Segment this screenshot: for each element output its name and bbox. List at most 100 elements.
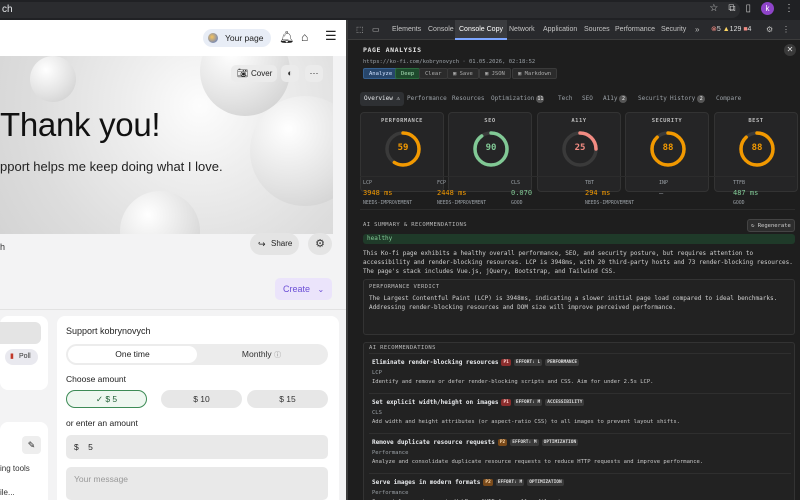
- metric-status: NEEDS-IMPROVEMENT: [363, 201, 413, 206]
- settings-button[interactable]: ⚙: [308, 233, 332, 255]
- save-icon: ▣: [453, 71, 460, 77]
- recommendation-item[interactable]: Set explicit width/height on images P1 EFF…: [369, 393, 791, 427]
- tab-tech[interactable]: Tech: [554, 92, 576, 106]
- bookmark-star-icon[interactable]: ☆: [709, 3, 718, 14]
- recommendation-title-text: Eliminate render-blocking resources: [372, 359, 499, 366]
- metric-status: GOOD: [733, 201, 745, 206]
- monthly-option[interactable]: Monthly ⓘ: [197, 346, 326, 363]
- sidepanel-icon[interactable]: ▯: [745, 3, 751, 14]
- tab-seo[interactable]: SEO: [578, 92, 597, 106]
- metric-tbt: TBT 294 ms NEEDS-IMPROVEMENT: [585, 180, 655, 210]
- tab-performance[interactable]: Performance: [403, 92, 451, 106]
- gear-icon: ⚙: [315, 238, 325, 250]
- create-button[interactable]: Create ⌄: [275, 278, 332, 300]
- regenerate-label: Regenerate: [757, 223, 791, 229]
- score-label: A11Y: [571, 118, 587, 124]
- your-page-label: Your page: [225, 33, 264, 43]
- json-button[interactable]: ▣ JSON: [479, 68, 511, 79]
- edit-button[interactable]: ✎: [22, 436, 41, 454]
- deep-button[interactable]: Deep: [395, 68, 421, 79]
- save-button[interactable]: ▣ Save: [447, 68, 479, 79]
- save-label: Save: [459, 71, 473, 77]
- recommendation-item[interactable]: Remove duplicate resource requests P2 EFFO…: [369, 433, 791, 467]
- metric-value: 294 ms: [585, 189, 611, 197]
- amount-15-button[interactable]: $ 15: [247, 390, 328, 408]
- amount-label: $ 5: [105, 394, 118, 404]
- more-icon: ⋯: [309, 68, 319, 78]
- tab-elements[interactable]: Elements: [388, 20, 425, 40]
- analyze-button[interactable]: Analyze: [363, 68, 399, 79]
- browser-menu-icon[interactable]: ⋮: [784, 3, 794, 14]
- browser-toolbar: ch ☆ ⧉ ▯ k ⋮: [0, 0, 800, 20]
- hamburger-menu-icon[interactable]: ☰: [325, 28, 337, 44]
- message-input[interactable]: Your message: [66, 467, 328, 500]
- metric-label: CLS: [511, 180, 521, 186]
- score-label: SEO: [484, 118, 496, 124]
- metric-value: 3948 ms: [363, 189, 393, 197]
- amount-input[interactable]: $ 5: [66, 435, 328, 459]
- sphere-decoration: [30, 56, 76, 102]
- more-tabs-icon[interactable]: »: [695, 20, 699, 40]
- tab-sources[interactable]: Sources: [580, 20, 614, 40]
- recommendation-item[interactable]: Serve images in modern formats P2 EFFORT: …: [369, 473, 791, 500]
- recommendation-description: Identify and remove or defer render-bloc…: [372, 379, 654, 385]
- tab-overview[interactable]: Overview ⚠: [360, 92, 405, 106]
- amount-5-button[interactable]: ✓ $ 5: [66, 390, 147, 408]
- more-button[interactable]: ⋯: [305, 65, 323, 82]
- poll-icon: ▮: [10, 353, 14, 360]
- metrics-row: LCP 3948 ms NEEDS-IMPROVEMENT FCP 2448 ms NEE…: [360, 176, 795, 210]
- priority-tag: P2: [497, 439, 508, 446]
- tab-security[interactable]: Security: [657, 20, 690, 40]
- tab-console-copy[interactable]: Console Copy: [455, 20, 507, 40]
- category-tag: OPTIMIZATION: [527, 479, 564, 486]
- home-icon[interactable]: ⌂: [301, 30, 308, 44]
- tab-optimization[interactable]: Optimization 11: [487, 92, 548, 106]
- markdown-button[interactable]: ▣ Markdown: [512, 68, 558, 79]
- inspect-icon[interactable]: ⬚: [356, 20, 364, 40]
- tab-network[interactable]: Network: [505, 20, 539, 40]
- close-panel-button[interactable]: ✕: [784, 44, 796, 56]
- share-button[interactable]: ↪ Share: [250, 233, 299, 255]
- tab-resources[interactable]: Resources: [448, 92, 489, 106]
- tab-a11y[interactable]: A11y 2: [599, 92, 631, 106]
- recommendation-description: Add width and height attributes (or aspe…: [372, 419, 680, 425]
- palette-button[interactable]: ◐: [281, 65, 299, 82]
- recommendation-metric: LCP: [372, 370, 382, 376]
- devtools-menu-icon[interactable]: ⋮: [782, 20, 790, 40]
- tab-history[interactable]: History 2: [666, 92, 709, 106]
- profile-avatar[interactable]: k: [761, 2, 774, 15]
- tab-compare[interactable]: Compare: [712, 92, 745, 106]
- poll-button[interactable]: ▮ Poll: [5, 349, 38, 365]
- effort-tag: EFFORT: L: [513, 359, 543, 366]
- device-toggle-icon[interactable]: ▭: [372, 20, 380, 40]
- recommendation-item[interactable]: Eliminate render-blocking resources P1 EFF…: [369, 353, 791, 387]
- effort-tag: EFFORT: M: [513, 399, 543, 406]
- info-text: ing tools: [0, 464, 30, 473]
- tab-label: Tech: [558, 95, 573, 102]
- your-page-button[interactable]: Your page: [203, 29, 271, 47]
- post-input[interactable]: [0, 322, 41, 344]
- effort-tag: EFFORT: M: [495, 479, 525, 486]
- clear-button[interactable]: Clear: [419, 68, 448, 79]
- address-bar[interactable]: ch: [0, 2, 740, 18]
- issues-counter[interactable]: ⊗5 ▲129 ■4: [711, 20, 751, 40]
- tab-performance[interactable]: Performance: [611, 20, 659, 40]
- metric-ttfb: TTFB 487 ms GOOD: [733, 180, 800, 210]
- bell-icon[interactable]: 🔔︎: [279, 30, 294, 44]
- regenerate-button[interactable]: ↻ Regenerate: [747, 219, 795, 232]
- metric-lcp: LCP 3948 ms NEEDS-IMPROVEMENT: [363, 180, 433, 210]
- json-label: JSON: [491, 71, 505, 77]
- tab-badge: 2: [697, 95, 706, 103]
- tab-console[interactable]: Console: [424, 20, 458, 40]
- info-card: ✎ ing tools ile...: [0, 422, 48, 500]
- chevron-down-icon: ⌄: [317, 285, 325, 294]
- tab-application[interactable]: Application: [539, 20, 581, 40]
- devtools-settings-icon[interactable]: ⚙: [766, 20, 773, 40]
- one-time-option[interactable]: One time: [68, 346, 197, 363]
- cover-button[interactable]: 📷︎ Cover: [231, 65, 277, 82]
- amount-10-button[interactable]: $ 10: [161, 390, 242, 408]
- amount-value: 5: [88, 442, 93, 452]
- json-icon: ▣: [485, 71, 492, 77]
- score-value: 88: [751, 143, 763, 153]
- extensions-icon[interactable]: ⧉: [728, 3, 735, 14]
